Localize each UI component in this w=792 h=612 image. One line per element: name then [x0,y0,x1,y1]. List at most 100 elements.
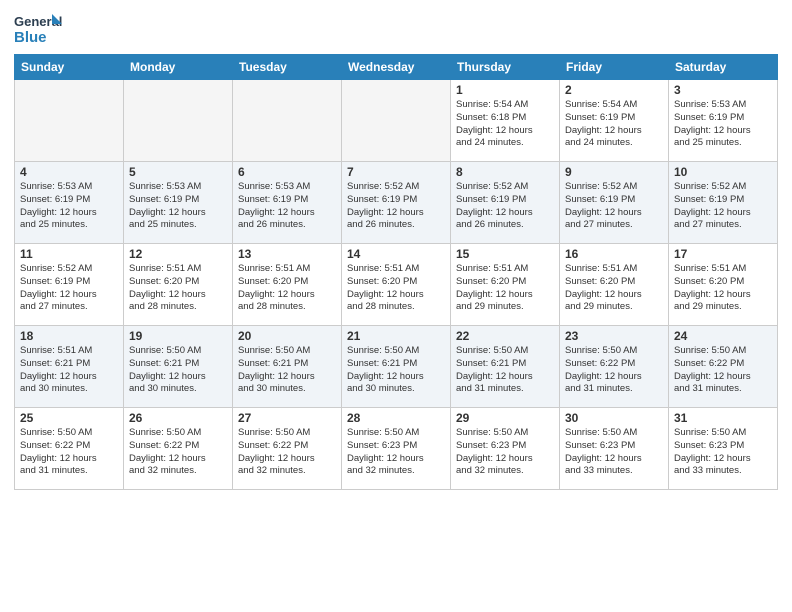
calendar-cell [233,80,342,162]
day-number: 9 [565,165,663,179]
cell-content: Sunrise: 5:53 AM Sunset: 6:19 PM Dayligh… [129,181,227,232]
cell-content: Sunrise: 5:53 AM Sunset: 6:19 PM Dayligh… [674,99,772,150]
cell-content: Sunrise: 5:50 AM Sunset: 6:21 PM Dayligh… [456,345,554,396]
day-number: 17 [674,247,772,261]
calendar-cell: 16 Sunrise: 5:51 AM Sunset: 6:20 PM Dayli… [560,244,669,326]
day-number: 28 [347,411,445,425]
calendar-cell: 4 Sunrise: 5:53 AM Sunset: 6:19 PM Daylig… [15,162,124,244]
calendar-cell: 3 Sunrise: 5:53 AM Sunset: 6:19 PM Daylig… [669,80,778,162]
cell-content: Sunrise: 5:50 AM Sunset: 6:21 PM Dayligh… [347,345,445,396]
day-number: 11 [20,247,118,261]
calendar-cell: 28 Sunrise: 5:50 AM Sunset: 6:23 PM Dayli… [342,408,451,490]
week-row-4: 18Sunrise: 5:51 AM Sunset: 6:21 PM Dayli… [15,326,778,408]
day-number: 10 [674,165,772,179]
logo-graphic: GeneralBlue [14,10,69,48]
cell-content: Sunrise: 5:52 AM Sunset: 6:19 PM Dayligh… [565,181,663,232]
page: GeneralBlue SundayMondayTuesdayWednesday… [0,0,792,612]
cell-content: Sunrise: 5:50 AM Sunset: 6:22 PM Dayligh… [238,427,336,478]
weekday-header-wednesday: Wednesday [342,55,451,80]
day-number: 23 [565,329,663,343]
day-number: 31 [674,411,772,425]
calendar-cell [15,80,124,162]
day-number: 13 [238,247,336,261]
cell-content: Sunrise: 5:53 AM Sunset: 6:19 PM Dayligh… [20,181,118,232]
calendar-cell: 11 Sunrise: 5:52 AM Sunset: 6:19 PM Dayli… [15,244,124,326]
week-row-5: 25 Sunrise: 5:50 AM Sunset: 6:22 PM Dayli… [15,408,778,490]
header: GeneralBlue [14,10,778,48]
calendar-table: SundayMondayTuesdayWednesdayThursdayFrid… [14,54,778,490]
week-row-2: 4 Sunrise: 5:53 AM Sunset: 6:19 PM Daylig… [15,162,778,244]
calendar-cell: 20 Sunrise: 5:50 AM Sunset: 6:21 PM Dayli… [233,326,342,408]
cell-content: Sunrise: 5:52 AM Sunset: 6:19 PM Dayligh… [674,181,772,232]
calendar-cell: 30 Sunrise: 5:50 AM Sunset: 6:23 PM Dayli… [560,408,669,490]
weekday-header-thursday: Thursday [451,55,560,80]
cell-content: Sunrise: 5:51 AM Sunset: 6:20 PM Dayligh… [129,263,227,314]
calendar-cell: 19 Sunrise: 5:50 AM Sunset: 6:21 PM Dayli… [124,326,233,408]
calendar-cell: 2Sunrise: 5:54 AM Sunset: 6:19 PM Daylig… [560,80,669,162]
calendar-cell: 23 Sunrise: 5:50 AM Sunset: 6:22 PM Dayli… [560,326,669,408]
day-number: 26 [129,411,227,425]
calendar-cell: 10 Sunrise: 5:52 AM Sunset: 6:19 PM Dayli… [669,162,778,244]
calendar-cell [342,80,451,162]
day-number: 20 [238,329,336,343]
cell-content: Sunrise: 5:50 AM Sunset: 6:23 PM Dayligh… [674,427,772,478]
cell-content: Sunrise: 5:52 AM Sunset: 6:19 PM Dayligh… [20,263,118,314]
cell-content: Sunrise: 5:50 AM Sunset: 6:21 PM Dayligh… [129,345,227,396]
cell-content: Sunrise: 5:51 AM Sunset: 6:20 PM Dayligh… [347,263,445,314]
day-number: 18 [20,329,118,343]
week-row-3: 11 Sunrise: 5:52 AM Sunset: 6:19 PM Dayli… [15,244,778,326]
cell-content: Sunrise: 5:54 AM Sunset: 6:18 PM Dayligh… [456,99,554,150]
day-number: 25 [20,411,118,425]
weekday-header-row: SundayMondayTuesdayWednesdayThursdayFrid… [15,55,778,80]
day-number: 2 [565,83,663,97]
day-number: 4 [20,165,118,179]
calendar-cell: 5 Sunrise: 5:53 AM Sunset: 6:19 PM Daylig… [124,162,233,244]
weekday-header-monday: Monday [124,55,233,80]
calendar-cell: 1Sunrise: 5:54 AM Sunset: 6:18 PM Daylig… [451,80,560,162]
calendar-cell: 9 Sunrise: 5:52 AM Sunset: 6:19 PM Daylig… [560,162,669,244]
calendar-cell: 22 Sunrise: 5:50 AM Sunset: 6:21 PM Dayli… [451,326,560,408]
day-number: 29 [456,411,554,425]
calendar-cell: 15Sunrise: 5:51 AM Sunset: 6:20 PM Dayli… [451,244,560,326]
cell-content: Sunrise: 5:50 AM Sunset: 6:22 PM Dayligh… [129,427,227,478]
cell-content: Sunrise: 5:50 AM Sunset: 6:23 PM Dayligh… [456,427,554,478]
day-number: 24 [674,329,772,343]
day-number: 15 [456,247,554,261]
cell-content: Sunrise: 5:52 AM Sunset: 6:19 PM Dayligh… [347,181,445,232]
calendar-cell: 14Sunrise: 5:51 AM Sunset: 6:20 PM Dayli… [342,244,451,326]
calendar-cell: 29 Sunrise: 5:50 AM Sunset: 6:23 PM Dayli… [451,408,560,490]
day-number: 3 [674,83,772,97]
weekday-header-saturday: Saturday [669,55,778,80]
week-row-1: 1Sunrise: 5:54 AM Sunset: 6:18 PM Daylig… [15,80,778,162]
day-number: 8 [456,165,554,179]
cell-content: Sunrise: 5:50 AM Sunset: 6:22 PM Dayligh… [674,345,772,396]
cell-content: Sunrise: 5:53 AM Sunset: 6:19 PM Dayligh… [238,181,336,232]
day-number: 22 [456,329,554,343]
calendar-cell: 18Sunrise: 5:51 AM Sunset: 6:21 PM Dayli… [15,326,124,408]
day-number: 7 [347,165,445,179]
calendar-cell: 27Sunrise: 5:50 AM Sunset: 6:22 PM Dayli… [233,408,342,490]
cell-content: Sunrise: 5:51 AM Sunset: 6:20 PM Dayligh… [238,263,336,314]
calendar-cell: 26 Sunrise: 5:50 AM Sunset: 6:22 PM Dayli… [124,408,233,490]
calendar-cell: 17Sunrise: 5:51 AM Sunset: 6:20 PM Dayli… [669,244,778,326]
calendar-cell: 8Sunrise: 5:52 AM Sunset: 6:19 PM Daylig… [451,162,560,244]
calendar-cell: 12 Sunrise: 5:51 AM Sunset: 6:20 PM Dayli… [124,244,233,326]
cell-content: Sunrise: 5:50 AM Sunset: 6:22 PM Dayligh… [565,345,663,396]
day-number: 6 [238,165,336,179]
day-number: 12 [129,247,227,261]
calendar-cell: 31 Sunrise: 5:50 AM Sunset: 6:23 PM Dayli… [669,408,778,490]
calendar-cell: 24 Sunrise: 5:50 AM Sunset: 6:22 PM Dayli… [669,326,778,408]
cell-content: Sunrise: 5:50 AM Sunset: 6:21 PM Dayligh… [238,345,336,396]
cell-content: Sunrise: 5:50 AM Sunset: 6:23 PM Dayligh… [347,427,445,478]
weekday-header-friday: Friday [560,55,669,80]
calendar-cell: 6 Sunrise: 5:53 AM Sunset: 6:19 PM Daylig… [233,162,342,244]
day-number: 5 [129,165,227,179]
cell-content: Sunrise: 5:50 AM Sunset: 6:23 PM Dayligh… [565,427,663,478]
cell-content: Sunrise: 5:51 AM Sunset: 6:20 PM Dayligh… [565,263,663,314]
day-number: 16 [565,247,663,261]
calendar-cell: 25 Sunrise: 5:50 AM Sunset: 6:22 PM Dayli… [15,408,124,490]
calendar-cell: 7 Sunrise: 5:52 AM Sunset: 6:19 PM Daylig… [342,162,451,244]
day-number: 19 [129,329,227,343]
cell-content: Sunrise: 5:50 AM Sunset: 6:22 PM Dayligh… [20,427,118,478]
day-number: 30 [565,411,663,425]
